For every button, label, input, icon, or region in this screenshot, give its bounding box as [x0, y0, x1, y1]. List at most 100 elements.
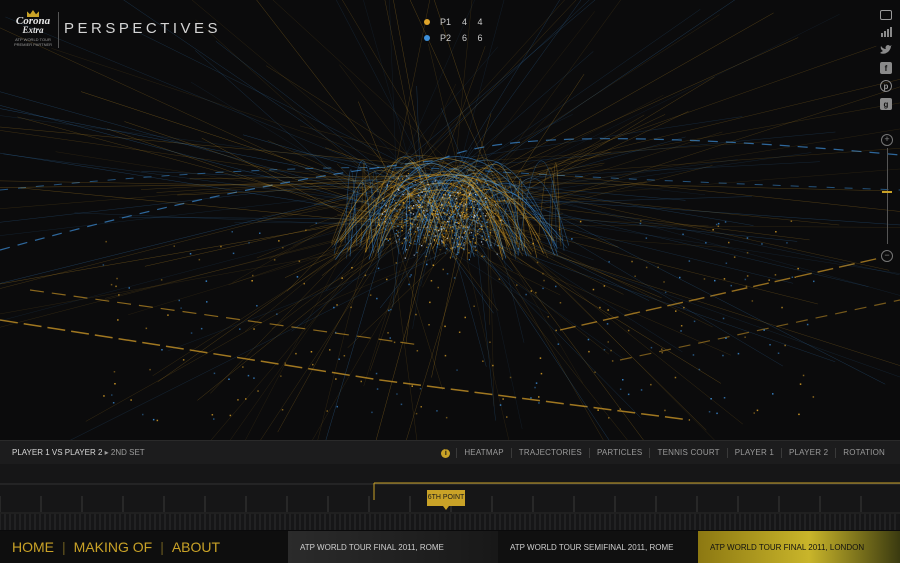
particle [503, 199, 505, 202]
particle [456, 227, 458, 229]
particle [472, 238, 474, 240]
particle [473, 245, 475, 247]
particle [338, 358, 340, 360]
particle [377, 199, 379, 201]
zoom-thumb[interactable] [882, 191, 892, 194]
match-panel-final-london[interactable]: ATP WORLD TOUR FINAL 2011, LONDON [698, 531, 900, 563]
corona-logo[interactable]: Corona Extra ATP WORLD TOUR PREMIER PART… [10, 10, 56, 48]
particle [539, 357, 542, 359]
trajectory-visualization[interactable] [0, 0, 900, 440]
particle [417, 235, 419, 237]
particle [419, 196, 422, 198]
particle [305, 229, 307, 231]
tab-tennis-court[interactable]: TENNIS COURT [649, 448, 726, 458]
trajectory-line [0, 209, 450, 328]
particle [408, 207, 410, 209]
particle [450, 214, 452, 216]
breadcrumb-match[interactable]: PLAYER 1 VS PLAYER 2 [12, 448, 102, 457]
particle [420, 215, 422, 217]
particle [484, 215, 487, 217]
particle [463, 211, 465, 214]
timeline-marker[interactable]: 6TH POINT [427, 490, 465, 510]
particle [488, 208, 490, 211]
nav-about[interactable]: ABOUT [172, 539, 220, 555]
particle [408, 283, 410, 286]
particle [409, 222, 412, 224]
particle [422, 206, 424, 208]
tab-trajectories[interactable]: TRAJECTORIES [510, 448, 589, 458]
particle [456, 185, 458, 188]
particle [439, 249, 441, 251]
particle [251, 280, 253, 282]
particle [813, 280, 815, 283]
particle [452, 210, 454, 213]
facebook-icon[interactable]: f [880, 62, 892, 74]
match-panel-final-rome[interactable]: ATP WORLD TOUR FINAL 2011, ROME [288, 531, 498, 563]
zoom-slider[interactable]: + − [880, 134, 894, 264]
particle [473, 220, 475, 222]
nav-home[interactable]: HOME [12, 539, 54, 555]
particle [460, 217, 462, 219]
twitter-icon[interactable] [880, 44, 892, 56]
particle [412, 188, 414, 191]
tab-player-2[interactable]: PLAYER 2 [781, 448, 835, 458]
particle [453, 242, 455, 244]
particle [542, 287, 544, 290]
particle [401, 220, 403, 222]
particle [445, 244, 447, 246]
particle [745, 285, 748, 288]
match-panel-semifinal-rome[interactable]: ATP WORLD TOUR SEMIFINAL 2011, ROME [498, 531, 698, 563]
trajectory-line [384, 141, 772, 168]
particle [383, 227, 385, 229]
right-toolbar: f p g [878, 10, 894, 116]
tab-particles[interactable]: PARTICLES [588, 448, 650, 458]
tab-heatmap[interactable]: HEATMAP [456, 448, 510, 458]
stats-icon[interactable] [880, 26, 892, 38]
zoom-out-icon[interactable]: − [881, 250, 893, 262]
trajectory-canvas[interactable] [0, 0, 900, 440]
particle [476, 182, 479, 184]
pinterest-icon[interactable]: p [880, 80, 892, 92]
particle [248, 242, 250, 244]
particle [380, 218, 383, 221]
particle [200, 327, 203, 330]
particle [439, 228, 441, 230]
fullscreen-icon[interactable] [880, 10, 892, 20]
particle [775, 231, 777, 233]
google-plus-icon[interactable]: g [880, 98, 892, 110]
breadcrumb-set[interactable]: 2ND SET [111, 448, 145, 457]
particle [463, 205, 465, 207]
particle [431, 205, 433, 207]
particle [401, 242, 403, 244]
particle [414, 181, 416, 183]
particle [409, 235, 411, 237]
tab-player-1[interactable]: PLAYER 1 [726, 448, 781, 458]
tab-rotation[interactable]: ROTATION [835, 448, 892, 458]
particle [559, 302, 562, 304]
particle [408, 209, 410, 211]
particle [433, 235, 435, 238]
trajectory-line [0, 219, 383, 322]
particle [389, 238, 391, 240]
particle [607, 341, 609, 343]
particle [145, 327, 148, 330]
particle [730, 284, 732, 287]
particle [117, 319, 119, 321]
particle [281, 409, 284, 411]
particle [768, 279, 770, 281]
trajectory-line [445, 187, 743, 425]
particle [407, 193, 409, 195]
particle [465, 205, 468, 207]
particle [390, 222, 393, 224]
particle [448, 224, 450, 226]
particle [392, 220, 394, 222]
particle [469, 241, 471, 243]
info-icon[interactable]: i [441, 448, 451, 458]
particle [407, 173, 410, 175]
zoom-track[interactable] [887, 148, 888, 244]
particle [458, 222, 460, 224]
particle [454, 203, 456, 205]
nav-making-of[interactable]: MAKING OF [74, 539, 153, 555]
zoom-in-icon[interactable]: + [881, 134, 893, 146]
particle [396, 217, 399, 219]
